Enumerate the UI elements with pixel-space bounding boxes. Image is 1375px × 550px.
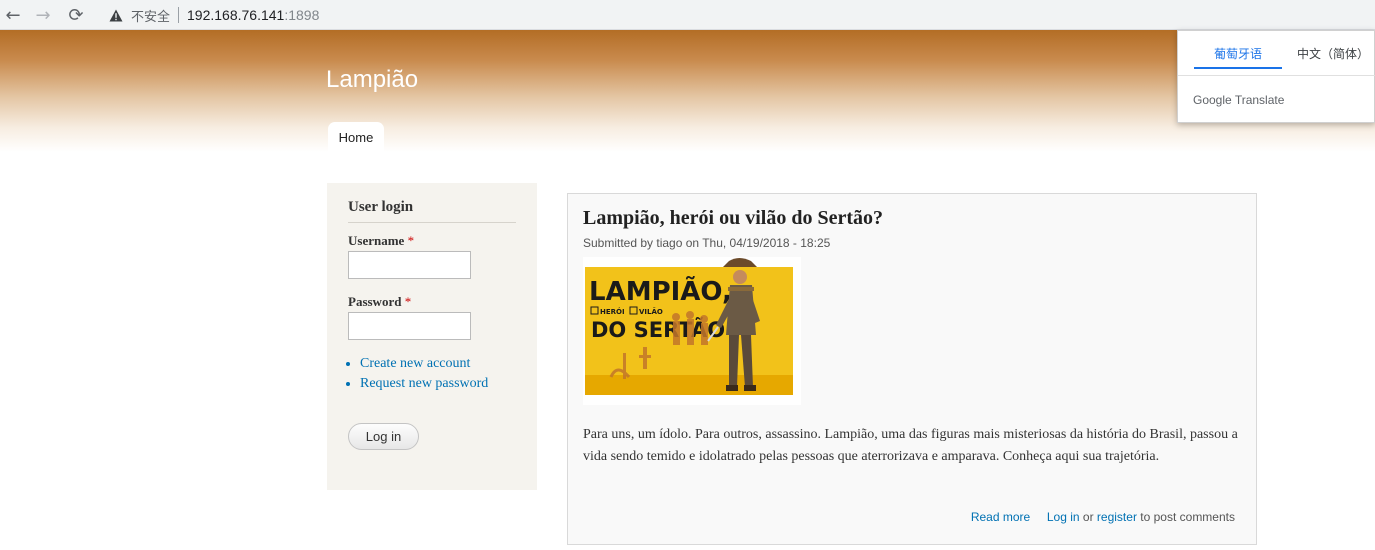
username-field[interactable] xyxy=(348,251,471,279)
submitted-meta: Submitted by tiago on Thu, 04/19/2018 - … xyxy=(583,236,831,250)
required-marker: * xyxy=(404,294,412,309)
login-links: Create new account Request new password xyxy=(360,356,488,396)
url-port[interactable]: :1898 xyxy=(284,7,319,23)
reload-icon[interactable]: ⟳ xyxy=(64,3,88,27)
list-item: Request new password xyxy=(360,376,488,396)
security-status-label[interactable]: 不安全 xyxy=(131,6,170,25)
article-links: Read more Log in or register to post com… xyxy=(971,510,1235,524)
google-translate-brand: Google Translate xyxy=(1193,93,1285,107)
or-text: or xyxy=(1082,510,1094,524)
list-item: Create new account xyxy=(360,356,488,376)
login-button[interactable]: Log in xyxy=(348,423,419,450)
poster-option-vilao: VILÃO xyxy=(639,307,663,316)
translate-tab-portuguese[interactable]: 葡萄牙语 xyxy=(1194,45,1282,62)
url-host[interactable]: 192.168.76.141 xyxy=(187,7,284,23)
password-label-text: Password xyxy=(348,294,402,309)
active-tab-indicator xyxy=(1194,67,1282,69)
poster-option-heroi: HERÓI xyxy=(600,307,625,316)
article-summary: Para uns, um ídolo. Para outros, assassi… xyxy=(583,427,1238,464)
password-field[interactable] xyxy=(348,312,471,340)
register-link[interactable]: register xyxy=(1097,510,1137,524)
translate-divider xyxy=(1178,75,1375,76)
site-name[interactable]: Lampião xyxy=(326,66,418,94)
site-header: Lampião Home xyxy=(0,30,1375,152)
tab-home[interactable]: Home xyxy=(328,122,384,152)
address-separator xyxy=(178,7,180,23)
comment-login-link[interactable]: Log in xyxy=(1047,510,1080,524)
back-arrow-icon[interactable]: ← xyxy=(1,3,25,27)
create-account-link[interactable]: Create new account xyxy=(360,356,470,371)
forward-arrow-icon[interactable]: → xyxy=(31,3,55,27)
translate-tab-chinese[interactable]: 中文（简体） xyxy=(1290,45,1375,62)
article-image[interactable]: LAMPIÃO, HERÓI VILÃO DO SERTÃO xyxy=(583,257,801,405)
poster-title-line1: LAMPIÃO, xyxy=(589,275,732,307)
browser-toolbar: ← → ⟳ 不安全 192.168.76.141:1898 xyxy=(0,0,1375,30)
translate-popup: 葡萄牙语 中文（简体） Google Translate xyxy=(1177,30,1375,123)
post-comments-text: to post comments xyxy=(1140,510,1235,524)
warning-triangle-icon[interactable] xyxy=(108,7,124,23)
password-label: Password * xyxy=(348,294,411,310)
article-title[interactable]: Lampião, herói ou vilão do Sertão? xyxy=(583,207,883,230)
address-bar[interactable]: 不安全 192.168.76.141:1898 xyxy=(100,2,1375,28)
request-password-link[interactable]: Request new password xyxy=(360,376,488,391)
lampiao-poster-illustration: LAMPIÃO, HERÓI VILÃO DO SERTÃO xyxy=(583,257,801,405)
user-login-block: User login Username * Password * Create … xyxy=(327,183,537,490)
read-more-link[interactable]: Read more xyxy=(971,510,1030,524)
required-marker: * xyxy=(407,233,415,248)
username-label-text: Username xyxy=(348,233,405,248)
block-title: User login xyxy=(348,199,516,223)
article-teaser: Lampião, herói ou vilão do Sertão? Submi… xyxy=(567,193,1257,545)
username-label: Username * xyxy=(348,233,414,249)
